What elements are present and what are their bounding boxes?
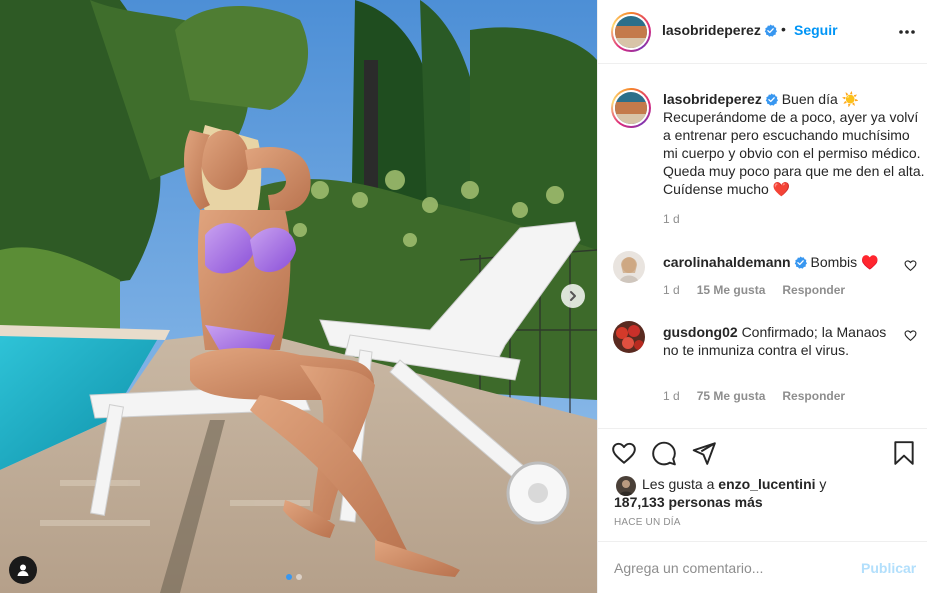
like-comment-heart-icon[interactable]: [904, 329, 917, 342]
comment-likes[interactable]: 15 Me gusta: [697, 283, 766, 297]
verified-badge-icon: [765, 93, 778, 106]
carousel-dot: [296, 574, 302, 580]
comment-time[interactable]: 1 d: [663, 283, 680, 297]
comment-meta: 1 d 15 Me gusta Responder: [663, 283, 845, 297]
likes-count[interactable]: 187,133 personas más: [614, 494, 763, 510]
share-send-icon[interactable]: [691, 440, 717, 466]
poolside-photo: [0, 0, 597, 593]
post-side-panel: lasobrideperez • Seguir lasobrideperez B…: [597, 0, 927, 593]
user-tag-icon: [17, 564, 29, 576]
next-photo-button[interactable]: [561, 284, 585, 308]
chevron-right-icon: [570, 291, 576, 301]
comment-meta: 1 d 75 Me gusta Responder: [663, 389, 845, 403]
post-timestamp[interactable]: HACE UN DÍA: [614, 517, 681, 528]
avatar: [615, 16, 647, 48]
reply-button[interactable]: Responder: [782, 389, 845, 403]
carousel-indicator: [286, 574, 302, 580]
caption-text-block: lasobrideperez Buen día ☀️ Recuperándome…: [663, 90, 925, 198]
caption-avatar-ring[interactable]: [611, 88, 651, 128]
carousel-dot-active: [286, 574, 292, 580]
author-username-text: lasobrideperez: [662, 22, 761, 38]
publish-button[interactable]: Publicar: [861, 560, 916, 576]
likes-joiner: y: [815, 476, 827, 492]
comment-time[interactable]: 1 d: [663, 389, 680, 403]
caption-username[interactable]: lasobrideperez: [663, 91, 762, 107]
verified-badge-icon: [764, 24, 777, 37]
save-bookmark-icon[interactable]: [891, 440, 917, 466]
commenter-avatar[interactable]: [613, 251, 645, 283]
likes-line: Les gusta a enzo_lucentini y: [642, 476, 826, 492]
follow-button[interactable]: Seguir: [794, 22, 838, 38]
add-comment-bar: Publicar: [598, 543, 927, 593]
divider: [598, 541, 927, 542]
author-username[interactable]: lasobrideperez: [662, 22, 777, 38]
liker-username[interactable]: enzo_lucentini: [718, 476, 815, 492]
post-photo[interactable]: [0, 0, 597, 593]
header-separator: •: [781, 21, 786, 37]
verified-badge-icon: [794, 256, 807, 269]
comment-username[interactable]: gusdong02: [663, 324, 738, 340]
comment-username[interactable]: carolinahaldemann: [663, 254, 791, 270]
instagram-post: lasobrideperez • Seguir lasobrideperez B…: [0, 0, 927, 593]
avatar: [615, 92, 647, 124]
like-comment-heart-icon[interactable]: [904, 259, 917, 272]
comment-likes[interactable]: 75 Me gusta: [697, 389, 766, 403]
reply-button[interactable]: Responder: [782, 283, 845, 297]
caption-timestamp[interactable]: 1 d: [663, 212, 680, 226]
comment-bubble-icon[interactable]: [651, 440, 677, 466]
likes-prefix: Les gusta a: [642, 476, 719, 492]
like-heart-icon[interactable]: [611, 440, 637, 466]
more-options-icon[interactable]: [896, 24, 918, 40]
post-actions: [598, 437, 927, 469]
comment-text-block: gusdong02 Confirmado; la Manaos no te in…: [663, 323, 889, 359]
tagged-users-button[interactable]: [9, 556, 37, 584]
comment-text-block: carolinahaldemann Bombis ♥️: [663, 253, 889, 271]
commenter-avatar[interactable]: [613, 321, 645, 353]
liker-avatar[interactable]: [616, 476, 636, 496]
comment-body: Bombis ♥️: [810, 254, 879, 270]
author-avatar-ring[interactable]: [611, 12, 651, 52]
comment-input[interactable]: [614, 557, 844, 579]
post-header: lasobrideperez • Seguir: [598, 0, 927, 64]
divider: [598, 428, 927, 429]
